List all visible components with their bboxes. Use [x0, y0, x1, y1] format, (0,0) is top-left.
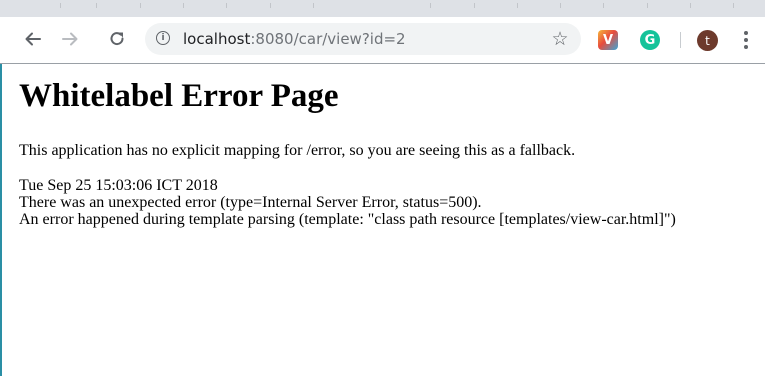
error-detail-line: An error happened during template parsin… — [19, 211, 676, 228]
page-title: Whitelabel Error Page — [19, 78, 339, 114]
page-content: Whitelabel Error Page This application h… — [19, 64, 759, 228]
tab-divider — [430, 3, 431, 8]
forward-arrow-icon — [62, 32, 78, 46]
window-edge — [0, 64, 2, 376]
tab-divider — [96, 3, 97, 8]
inactive-tab-right[interactable] — [390, 0, 765, 17]
tab-strip — [0, 0, 765, 17]
grammarly-icon[interactable]: G — [640, 30, 660, 50]
address-bar[interactable]: i localhost:8080/car/view?id=2 ☆ — [145, 23, 581, 55]
v-extension-letter: V — [602, 32, 614, 48]
forward-button[interactable] — [56, 25, 84, 53]
error-timestamp: Tue Sep 25 15:03:06 ICT 2018 — [19, 177, 218, 194]
toolbar-separator — [680, 32, 681, 48]
tab-divider — [313, 3, 314, 8]
url-host: localhost — [183, 30, 251, 48]
url-path: :8080/car/view?id=2 — [250, 30, 406, 48]
back-arrow-icon — [25, 32, 41, 46]
error-details: Tue Sep 25 15:03:06 ICT 2018 There was a… — [19, 177, 759, 228]
reload-button[interactable] — [103, 25, 131, 53]
fallback-message: This application has no explicit mapping… — [19, 142, 576, 159]
tab-divider — [733, 3, 734, 8]
tab-divider — [60, 3, 61, 8]
v-extension-icon[interactable]: V — [598, 30, 618, 50]
error-status-line: There was an unexpected error (type=Inte… — [19, 194, 482, 211]
tab-divider — [474, 3, 475, 8]
tab-divider — [517, 3, 518, 8]
avatar-letter: t — [705, 33, 710, 48]
tab-divider — [183, 3, 184, 8]
tab-divider — [647, 3, 648, 8]
grammarly-letter: G — [644, 32, 656, 48]
tab-divider — [603, 3, 604, 8]
back-button[interactable] — [19, 25, 47, 53]
kebab-menu-icon[interactable] — [740, 29, 752, 51]
browser-toolbar: i localhost:8080/car/view?id=2 ☆ V G t — [0, 17, 765, 64]
url-text[interactable]: localhost:8080/car/view?id=2 — [183, 29, 406, 49]
tab-divider — [270, 3, 271, 8]
tab-divider — [690, 3, 691, 8]
reload-icon — [110, 32, 124, 46]
inactive-tab-left[interactable] — [0, 0, 350, 17]
tab-divider — [140, 3, 141, 8]
info-icon[interactable]: i — [156, 31, 170, 45]
star-icon[interactable]: ☆ — [547, 26, 573, 52]
tab-divider — [226, 3, 227, 8]
tab-divider — [560, 3, 561, 8]
profile-avatar[interactable]: t — [697, 30, 718, 51]
